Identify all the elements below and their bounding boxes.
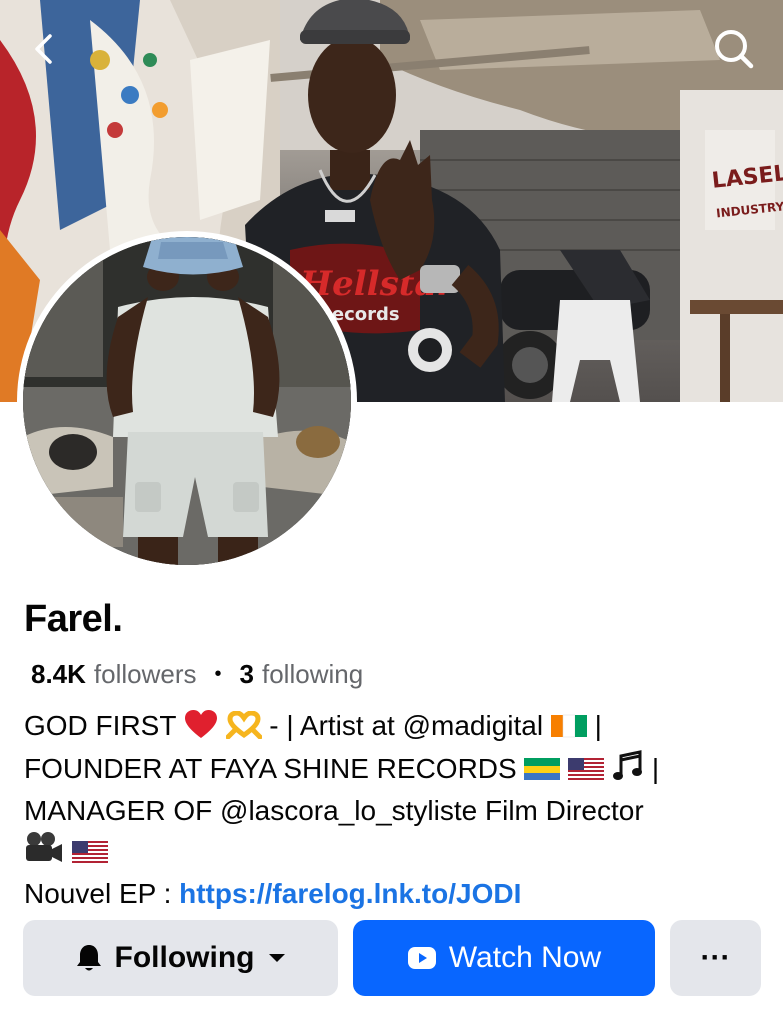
bio-separator-2: | xyxy=(651,752,660,784)
watch-now-button[interactable]: Watch Now xyxy=(353,920,655,996)
bio-link[interactable]: https://farelog.lnk.to/JODI xyxy=(179,878,521,909)
bell-icon xyxy=(75,943,103,973)
profile-stats: 8.4K followers • 3 following xyxy=(31,659,363,690)
caret-down-icon xyxy=(268,952,286,964)
video-play-icon xyxy=(407,946,437,970)
following-button[interactable]: Following xyxy=(23,920,338,996)
followers-count: 8.4K xyxy=(31,659,86,689)
bio-line-1: GOD FIRST - | Artist at @madigital | xyxy=(24,707,764,750)
bio-line-5: Nouvel EP : https://farelog.lnk.to/JODI xyxy=(24,875,764,914)
bio-separator-1: | xyxy=(594,710,602,741)
bio-ep-label: Nouvel EP : xyxy=(24,878,172,909)
profile-picture[interactable] xyxy=(17,231,357,571)
following-label: following xyxy=(262,659,364,689)
back-button[interactable] xyxy=(18,22,72,76)
search-button[interactable] xyxy=(707,22,761,76)
bio-line-2: FOUNDER AT FAYA SHINE RECORDS | xyxy=(24,749,764,793)
followers-label: followers xyxy=(93,659,197,689)
profile-picture-image xyxy=(23,237,351,565)
watch-now-label: Watch Now xyxy=(448,941,602,974)
profile-bio: GOD FIRST - | Artist at @madigital | FOU… xyxy=(24,707,764,914)
bio-line-3: MANAGER OF @lascora_lo_styliste Film Dir… xyxy=(24,795,644,826)
chevron-left-icon xyxy=(35,34,52,64)
us-flag-icon xyxy=(568,754,605,793)
more-options-button[interactable]: ··· xyxy=(670,920,761,996)
bio-text-founder: FOUNDER AT FAYA SHINE RECORDS xyxy=(24,752,517,784)
movie-camera-icon xyxy=(24,831,64,876)
profile-actions: Following Watch Now ··· xyxy=(23,920,763,996)
gabon-flag-icon xyxy=(524,754,561,793)
red-heart-icon xyxy=(184,709,218,750)
following-count: 3 xyxy=(239,659,254,689)
us-flag-icon-2 xyxy=(71,837,108,876)
following-button-label: Following xyxy=(114,941,255,974)
more-options-icon: ··· xyxy=(700,941,731,974)
search-icon xyxy=(715,30,754,69)
heart-hands-icon xyxy=(225,710,262,750)
followers-link[interactable]: 8.4K followers xyxy=(31,659,197,690)
following-link[interactable]: 3 following xyxy=(240,659,364,690)
bio-text-god-first: GOD FIRST xyxy=(24,710,176,741)
ivory-coast-flag-icon xyxy=(550,711,587,750)
bio-text-artist: - | Artist at @madigital xyxy=(269,710,544,741)
stats-separator: • xyxy=(214,663,222,685)
profile-name: Farel. xyxy=(24,598,123,640)
bio-line-4 xyxy=(24,831,764,876)
music-notes-icon xyxy=(612,749,644,793)
